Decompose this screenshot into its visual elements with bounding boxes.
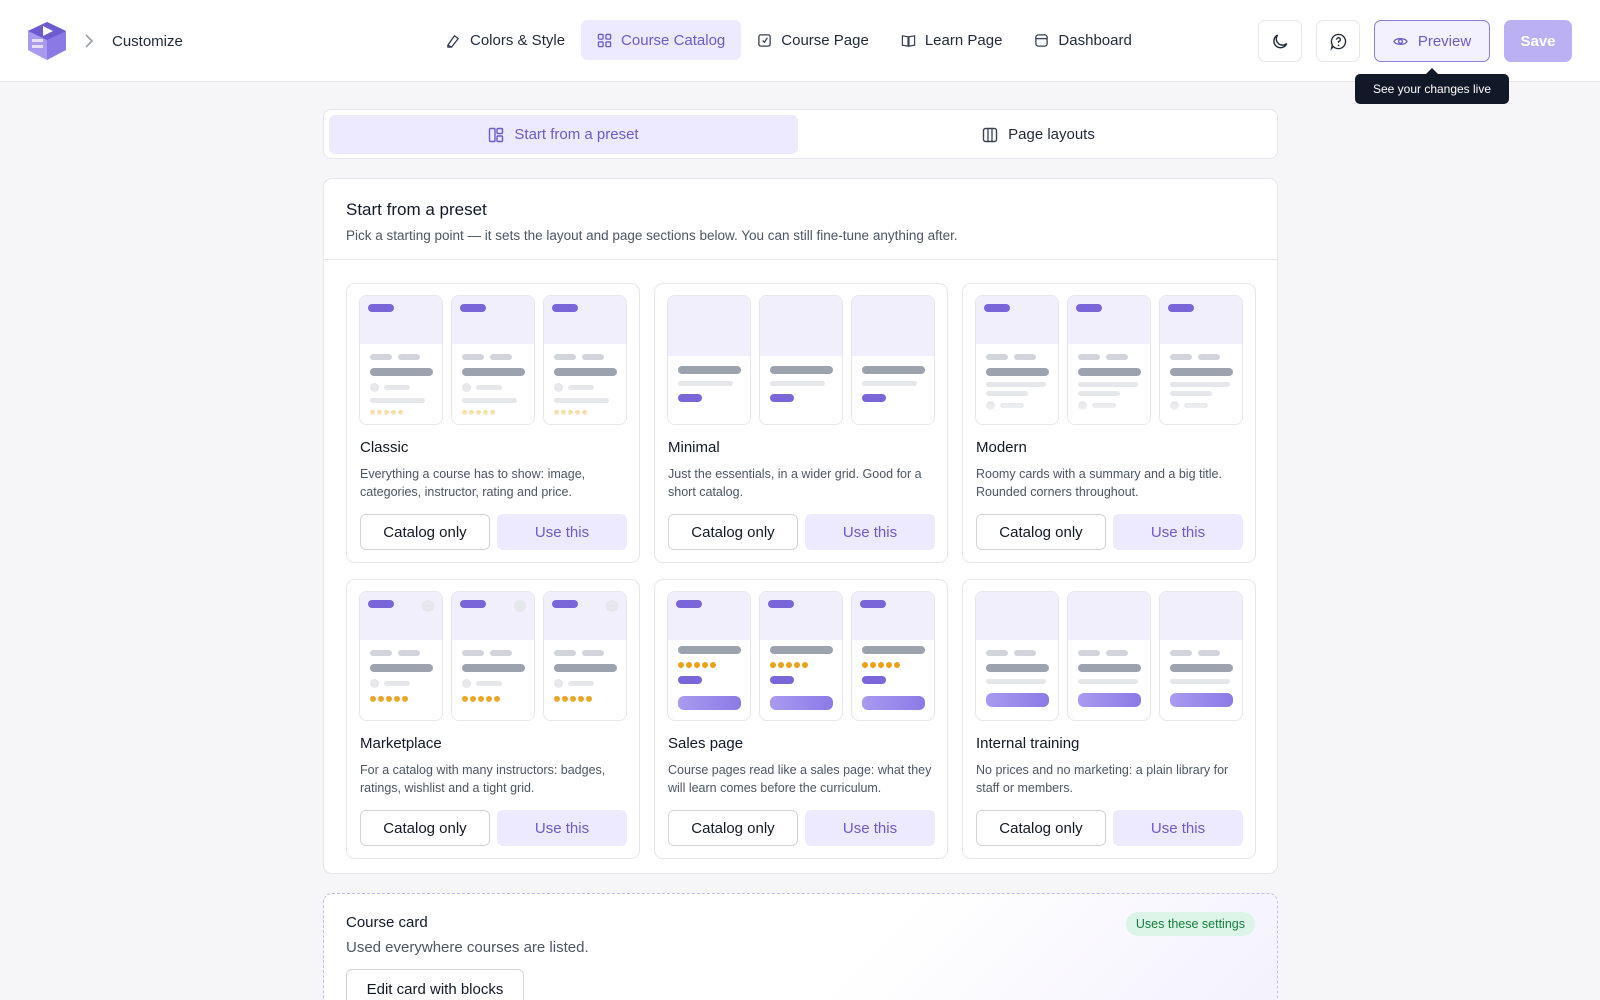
use-preset-button[interactable]: Use this — [805, 514, 935, 550]
layout-icon — [489, 127, 504, 142]
preset-card-modern: Modern Roomy cards with a summary and a … — [962, 283, 1256, 563]
tab-label: Start from a preset — [514, 126, 639, 143]
breadcrumb-customize[interactable]: Customize — [112, 33, 183, 50]
preset-card-sales-page: Sales page Course pages read like a sale… — [654, 579, 948, 859]
preset-description: Everything a course has to show: image, … — [360, 467, 586, 499]
panel-description: Pick a starting point — it sets the layo… — [346, 228, 958, 243]
course-card-title: Course card — [346, 914, 428, 931]
catalog-only-button[interactable]: Catalog only — [360, 810, 490, 846]
catalog-only-button[interactable]: Catalog only — [976, 810, 1106, 846]
use-preset-button[interactable]: Use this — [805, 810, 935, 846]
use-preset-button[interactable]: Use this — [1113, 514, 1243, 550]
preset-card-minimal: Minimal Just the essentials, in a wider … — [654, 283, 948, 563]
preview-label: Preview — [1417, 32, 1472, 50]
nav-course-catalog[interactable]: Course Catalog — [581, 20, 742, 60]
use-preset-button[interactable]: Use this — [497, 514, 627, 550]
nav-label: Course Catalog — [621, 31, 726, 49]
save-button[interactable]: Save — [1504, 20, 1572, 62]
catalog-only-button[interactable]: Catalog only — [976, 514, 1106, 550]
preset-description: Just the essentials, in a wider grid. Go… — [668, 467, 922, 499]
status-badge: Uses these settings — [1125, 912, 1255, 936]
nav-label: Dashboard — [1058, 31, 1132, 49]
catalog-only-button[interactable]: Catalog only — [360, 514, 490, 550]
preset-panel: Start from a preset Pick a starting poin… — [323, 178, 1278, 874]
catalog-only-button[interactable]: Catalog only — [668, 810, 798, 846]
preset-description: Course pages read like a sales page: wha… — [668, 763, 932, 795]
edit-card-button[interactable]: Edit card with blocks — [346, 969, 524, 1000]
tab-start-from-preset[interactable]: Start from a preset — [329, 115, 798, 154]
dark-mode-button[interactable] — [1258, 20, 1302, 62]
columns-icon — [982, 127, 998, 142]
nav-course-page[interactable]: Course Page — [741, 20, 885, 60]
nav-label: Colors & Style — [470, 31, 566, 49]
preset-name: Marketplace — [360, 735, 442, 752]
panel-header: Start from a preset Pick a starting poin… — [324, 179, 1277, 260]
grid-icon — [597, 33, 612, 47]
main-nav: Colors & Style Course Catalog Course Pag… — [430, 20, 1148, 60]
help-icon — [1330, 33, 1346, 51]
preset-name: Modern — [976, 439, 1027, 456]
tab-label: Page layouts — [1008, 126, 1095, 143]
moon-icon — [1272, 33, 1287, 48]
help-button[interactable] — [1316, 20, 1360, 62]
preset-card-classic: Classic Everything a course has to show:… — [346, 283, 640, 563]
preset-tabs: Start from a preset Page layouts — [323, 109, 1278, 159]
nav-dashboard[interactable]: Dashboard — [1018, 20, 1147, 60]
course-card-description: Used everywhere courses are listed. — [346, 939, 589, 956]
top-bar: Customize Colors & Style Course Catalog … — [0, 0, 1600, 82]
preview-tooltip: See your changes live — [1355, 68, 1509, 104]
preview-button[interactable]: Preview — [1374, 20, 1490, 62]
preset-name: Minimal — [668, 439, 720, 456]
nav-learn-page[interactable]: Learn Page — [885, 20, 1019, 60]
preset-thumbnail — [359, 295, 629, 425]
tab-page-layouts[interactable]: Page layouts — [804, 115, 1273, 154]
preset-description: No prices and no marketing: a plain libr… — [976, 763, 1229, 795]
use-preset-button[interactable]: Use this — [1113, 810, 1243, 846]
preset-description: For a catalog with many instructors: bad… — [360, 763, 606, 795]
panel-title: Start from a preset — [346, 200, 487, 219]
chevron-right-icon — [85, 34, 94, 48]
page-icon — [758, 33, 772, 47]
preset-thumbnail — [667, 295, 937, 425]
logo-icon[interactable] — [26, 20, 68, 62]
nav-colors-style[interactable]: Colors & Style — [430, 20, 581, 60]
preset-description: Roomy cards with a summary and a big tit… — [976, 467, 1222, 499]
preset-thumbnail — [975, 295, 1245, 425]
preset-thumbnail — [359, 591, 629, 721]
nav-label: Course Page — [781, 31, 869, 49]
preset-name: Sales page — [668, 735, 744, 752]
book-icon — [901, 34, 916, 47]
eye-icon — [1393, 37, 1408, 45]
preset-name: Classic — [360, 439, 409, 456]
preset-name: Internal training — [976, 735, 1080, 752]
preset-thumbnail — [975, 591, 1245, 721]
use-preset-button[interactable]: Use this — [497, 810, 627, 846]
preset-thumbnail — [667, 591, 937, 721]
nav-label: Learn Page — [924, 31, 1003, 49]
course-card-section: Course card Used everywhere courses are … — [323, 893, 1278, 1000]
dashboard-icon — [1035, 33, 1049, 47]
catalog-only-button[interactable]: Catalog only — [668, 514, 798, 550]
preset-card-marketplace: Marketplace For a catalog with many inst… — [346, 579, 640, 859]
preset-card-internal-training: Internal training No prices and no marke… — [962, 579, 1256, 859]
palette-icon — [446, 34, 460, 48]
